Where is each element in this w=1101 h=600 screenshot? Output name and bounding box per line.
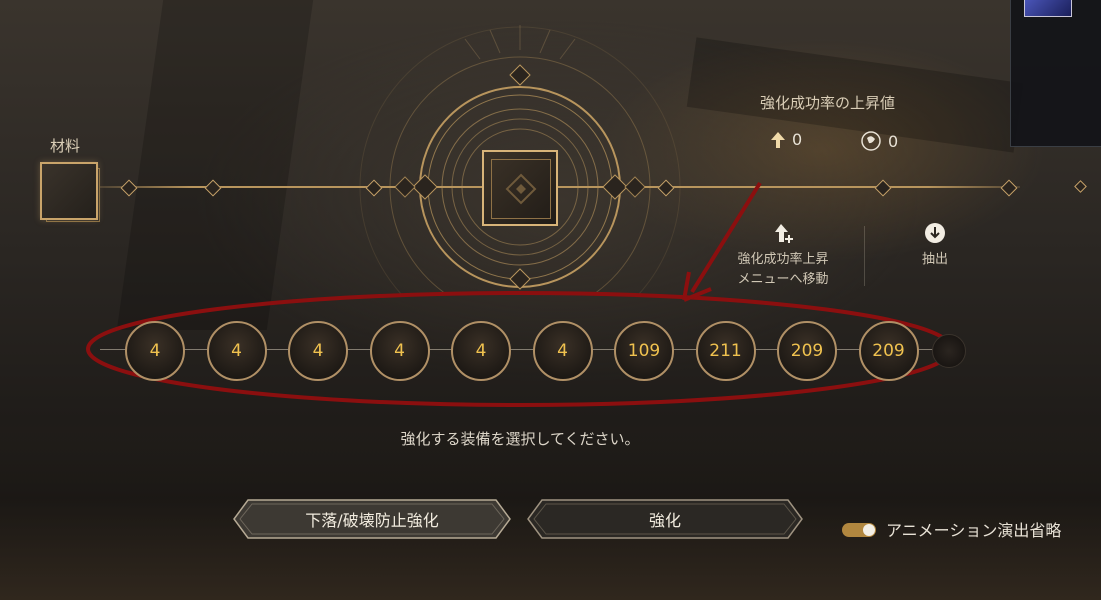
enhance-level-slot[interactable]: 109 [614, 321, 674, 381]
material-label: 材料 [50, 137, 81, 155]
enhance-label: 強化 [648, 511, 681, 530]
rail-ornament [1074, 180, 1087, 193]
extract-icon [925, 223, 945, 243]
coin-icon [861, 131, 881, 151]
rate-up-number: 0 [792, 130, 803, 149]
extract-label: 抽出 [921, 252, 948, 267]
select-equipment-prompt: 強化する装備を選択してください。 [400, 430, 640, 448]
rate-coin-number: 0 [888, 131, 899, 151]
success-rate-title: 強化成功率の上昇値 [760, 94, 896, 112]
rate-up-menu-label-1: 強化成功率上昇 [737, 252, 829, 267]
rate-up-menu-label-2: メニューへ移動 [737, 272, 829, 287]
slot-placeholder-icon [505, 173, 537, 205]
rail-ornament [1000, 179, 1018, 197]
extract-button[interactable]: 抽出 [905, 222, 965, 270]
material-slot[interactable] [40, 162, 98, 220]
enhance-button[interactable]: 強化 [526, 498, 804, 540]
enhance-level-slot[interactable]: 209 [777, 321, 837, 381]
up-arrow-icon [771, 131, 785, 148]
side-panel [1010, 0, 1101, 147]
protect-enhance-label: 下落/破壊防止強化 [305, 511, 439, 530]
enhance-level-slot[interactable]: 209 [858, 321, 919, 381]
skip-animation-toggle[interactable] [842, 523, 876, 537]
equipment-thumbnail[interactable] [1024, 0, 1072, 17]
rate-coin-value: 0 [860, 130, 898, 152]
background-beam [116, 0, 314, 330]
enhance-level-slot[interactable]: 4 [451, 321, 511, 381]
enhance-level-slot[interactable]: 4 [532, 321, 593, 381]
equipment-slot[interactable] [482, 150, 558, 226]
enhance-level-slot[interactable]: 4 [125, 321, 185, 381]
rate-up-value: 0 [770, 130, 802, 149]
enhance-level-slot[interactable]: 211 [695, 321, 756, 381]
protect-enhance-button[interactable]: 下落/破壊防止強化 [232, 498, 512, 540]
skip-animation-label: アニメーション演出省略 [886, 521, 1062, 540]
enhance-level-slot[interactable]: 4 [206, 321, 267, 381]
rate-up-icon [775, 224, 793, 243]
enhance-level-slot[interactable]: 4 [369, 321, 430, 381]
level-row-end [932, 334, 966, 368]
rail-ornament [874, 179, 892, 197]
action-divider [864, 226, 865, 286]
enhance-level-slot[interactable]: 4 [288, 321, 348, 381]
equipment-slot-inner [491, 159, 551, 219]
toggle-knob [863, 524, 875, 536]
rate-up-menu-button[interactable]: 強化成功率上昇 メニューへ移動 [728, 222, 838, 290]
